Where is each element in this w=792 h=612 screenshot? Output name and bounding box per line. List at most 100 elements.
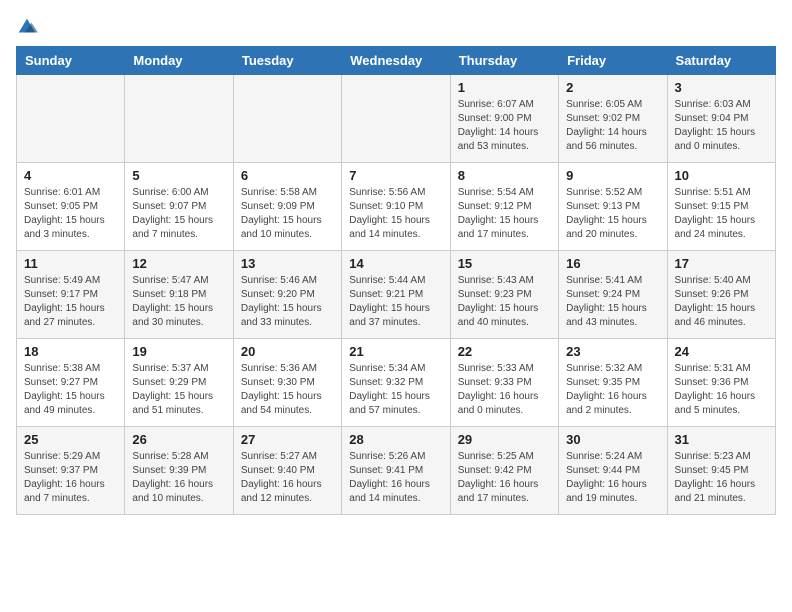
calendar-cell: 22Sunrise: 5:33 AM Sunset: 9:33 PM Dayli…	[450, 339, 558, 427]
calendar-cell: 6 Sunrise: 5:58 AM Sunset: 9:09 PM Daylig…	[233, 163, 341, 251]
cell-content: Sunrise: 5:25 AM Sunset: 9:42 PM Dayligh…	[458, 450, 551, 506]
cell-content: Sunrise: 6:01 AM Sunset: 9:05 PM Dayligh…	[24, 186, 117, 242]
calendar-cell: 19 Sunrise: 5:37 AM Sunset: 9:29 PM Dayli…	[125, 339, 233, 427]
calendar-cell: 3Sunrise: 6:03 AM Sunset: 9:04 PM Daylig…	[667, 75, 775, 163]
cell-content: Sunrise: 5:34 AM Sunset: 9:32 PM Dayligh…	[349, 362, 442, 418]
calendar-cell: 21 Sunrise: 5:34 AM Sunset: 9:32 PM Dayli…	[342, 339, 450, 427]
day-number: 25	[24, 432, 117, 447]
calendar-cell: 15 Sunrise: 5:43 AM Sunset: 9:23 PM Dayli…	[450, 251, 558, 339]
col-header-tuesday: Tuesday	[233, 47, 341, 75]
day-number: 22	[458, 344, 551, 359]
cell-content: Sunrise: 5:29 AM Sunset: 9:37 PM Dayligh…	[24, 450, 117, 506]
calendar-cell	[233, 75, 341, 163]
week-row-5: 25 Sunrise: 5:29 AM Sunset: 9:37 PM Dayli…	[17, 427, 776, 515]
day-number: 9	[566, 168, 659, 183]
day-number: 27	[241, 432, 334, 447]
cell-content: Sunrise: 6:00 AM Sunset: 9:07 PM Dayligh…	[132, 186, 225, 242]
cell-content: Sunrise: 5:46 AM Sunset: 9:20 PM Dayligh…	[241, 274, 334, 330]
week-row-1: 1Sunrise: 6:07 AM Sunset: 9:00 PM Daylig…	[17, 75, 776, 163]
calendar-cell: 4Sunrise: 6:01 AM Sunset: 9:05 PM Daylig…	[17, 163, 125, 251]
calendar-cell	[125, 75, 233, 163]
day-number: 15	[458, 256, 551, 271]
day-number: 29	[458, 432, 551, 447]
calendar-cell: 10 Sunrise: 5:51 AM Sunset: 9:15 PM Dayli…	[667, 163, 775, 251]
week-row-3: 11 Sunrise: 5:49 AM Sunset: 9:17 PM Dayli…	[17, 251, 776, 339]
cell-content: Sunrise: 5:31 AM Sunset: 9:36 PM Dayligh…	[675, 362, 768, 418]
calendar-cell: 18Sunrise: 5:38 AM Sunset: 9:27 PM Dayli…	[17, 339, 125, 427]
cell-content: Sunrise: 5:27 AM Sunset: 9:40 PM Dayligh…	[241, 450, 334, 506]
calendar-cell	[17, 75, 125, 163]
day-number: 26	[132, 432, 225, 447]
day-number: 12	[132, 256, 225, 271]
cell-content: Sunrise: 6:05 AM Sunset: 9:02 PM Dayligh…	[566, 98, 659, 154]
calendar-cell: 23Sunrise: 5:32 AM Sunset: 9:35 PM Dayli…	[559, 339, 667, 427]
day-number: 8	[458, 168, 551, 183]
calendar-cell: 20 Sunrise: 5:36 AM Sunset: 9:30 PM Dayli…	[233, 339, 341, 427]
calendar-cell: 7 Sunrise: 5:56 AM Sunset: 9:10 PM Daylig…	[342, 163, 450, 251]
day-number: 7	[349, 168, 442, 183]
calendar-cell: 31 Sunrise: 5:23 AM Sunset: 9:45 PM Dayli…	[667, 427, 775, 515]
day-number: 21	[349, 344, 442, 359]
calendar-cell: 17Sunrise: 5:40 AM Sunset: 9:26 PM Dayli…	[667, 251, 775, 339]
day-number: 19	[132, 344, 225, 359]
col-header-thursday: Thursday	[450, 47, 558, 75]
cell-content: Sunrise: 5:56 AM Sunset: 9:10 PM Dayligh…	[349, 186, 442, 242]
col-header-friday: Friday	[559, 47, 667, 75]
page-header	[16, 16, 776, 38]
day-number: 30	[566, 432, 659, 447]
day-number: 14	[349, 256, 442, 271]
day-number: 20	[241, 344, 334, 359]
calendar-cell: 29 Sunrise: 5:25 AM Sunset: 9:42 PM Dayli…	[450, 427, 558, 515]
cell-content: Sunrise: 5:52 AM Sunset: 9:13 PM Dayligh…	[566, 186, 659, 242]
week-row-4: 18Sunrise: 5:38 AM Sunset: 9:27 PM Dayli…	[17, 339, 776, 427]
calendar-cell: 5Sunrise: 6:00 AM Sunset: 9:07 PM Daylig…	[125, 163, 233, 251]
calendar-cell: 30Sunrise: 5:24 AM Sunset: 9:44 PM Dayli…	[559, 427, 667, 515]
cell-content: Sunrise: 5:54 AM Sunset: 9:12 PM Dayligh…	[458, 186, 551, 242]
cell-content: Sunrise: 5:41 AM Sunset: 9:24 PM Dayligh…	[566, 274, 659, 330]
cell-content: Sunrise: 6:07 AM Sunset: 9:00 PM Dayligh…	[458, 98, 551, 154]
cell-content: Sunrise: 5:36 AM Sunset: 9:30 PM Dayligh…	[241, 362, 334, 418]
col-header-wednesday: Wednesday	[342, 47, 450, 75]
calendar-cell: 11 Sunrise: 5:49 AM Sunset: 9:17 PM Dayli…	[17, 251, 125, 339]
logo-icon	[16, 16, 38, 38]
day-number: 24	[675, 344, 768, 359]
day-number: 18	[24, 344, 117, 359]
cell-content: Sunrise: 5:23 AM Sunset: 9:45 PM Dayligh…	[675, 450, 768, 506]
day-number: 28	[349, 432, 442, 447]
cell-content: Sunrise: 5:47 AM Sunset: 9:18 PM Dayligh…	[132, 274, 225, 330]
calendar-cell: 25 Sunrise: 5:29 AM Sunset: 9:37 PM Dayli…	[17, 427, 125, 515]
cell-content: Sunrise: 5:51 AM Sunset: 9:15 PM Dayligh…	[675, 186, 768, 242]
day-number: 13	[241, 256, 334, 271]
calendar-cell: 28 Sunrise: 5:26 AM Sunset: 9:41 PM Dayli…	[342, 427, 450, 515]
cell-content: Sunrise: 5:58 AM Sunset: 9:09 PM Dayligh…	[241, 186, 334, 242]
day-number: 31	[675, 432, 768, 447]
cell-content: Sunrise: 5:49 AM Sunset: 9:17 PM Dayligh…	[24, 274, 117, 330]
calendar-cell	[342, 75, 450, 163]
cell-content: Sunrise: 5:37 AM Sunset: 9:29 PM Dayligh…	[132, 362, 225, 418]
calendar-cell: 1Sunrise: 6:07 AM Sunset: 9:00 PM Daylig…	[450, 75, 558, 163]
cell-content: Sunrise: 5:40 AM Sunset: 9:26 PM Dayligh…	[675, 274, 768, 330]
calendar-cell: 24 Sunrise: 5:31 AM Sunset: 9:36 PM Dayli…	[667, 339, 775, 427]
calendar-cell: 9 Sunrise: 5:52 AM Sunset: 9:13 PM Daylig…	[559, 163, 667, 251]
day-number: 3	[675, 80, 768, 95]
day-number: 11	[24, 256, 117, 271]
day-number: 6	[241, 168, 334, 183]
calendar-cell: 2 Sunrise: 6:05 AM Sunset: 9:02 PM Daylig…	[559, 75, 667, 163]
col-header-sunday: Sunday	[17, 47, 125, 75]
col-header-saturday: Saturday	[667, 47, 775, 75]
calendar-cell: 8 Sunrise: 5:54 AM Sunset: 9:12 PM Daylig…	[450, 163, 558, 251]
logo	[16, 16, 42, 38]
day-number: 2	[566, 80, 659, 95]
cell-content: Sunrise: 5:44 AM Sunset: 9:21 PM Dayligh…	[349, 274, 442, 330]
calendar-cell: 16 Sunrise: 5:41 AM Sunset: 9:24 PM Dayli…	[559, 251, 667, 339]
calendar-cell: 14 Sunrise: 5:44 AM Sunset: 9:21 PM Dayli…	[342, 251, 450, 339]
cell-content: Sunrise: 5:28 AM Sunset: 9:39 PM Dayligh…	[132, 450, 225, 506]
day-number: 10	[675, 168, 768, 183]
cell-content: Sunrise: 5:26 AM Sunset: 9:41 PM Dayligh…	[349, 450, 442, 506]
cell-content: Sunrise: 5:43 AM Sunset: 9:23 PM Dayligh…	[458, 274, 551, 330]
week-row-2: 4Sunrise: 6:01 AM Sunset: 9:05 PM Daylig…	[17, 163, 776, 251]
cell-content: Sunrise: 5:32 AM Sunset: 9:35 PM Dayligh…	[566, 362, 659, 418]
day-number: 16	[566, 256, 659, 271]
calendar-cell: 26 Sunrise: 5:28 AM Sunset: 9:39 PM Dayli…	[125, 427, 233, 515]
calendar-cell: 12 Sunrise: 5:47 AM Sunset: 9:18 PM Dayli…	[125, 251, 233, 339]
